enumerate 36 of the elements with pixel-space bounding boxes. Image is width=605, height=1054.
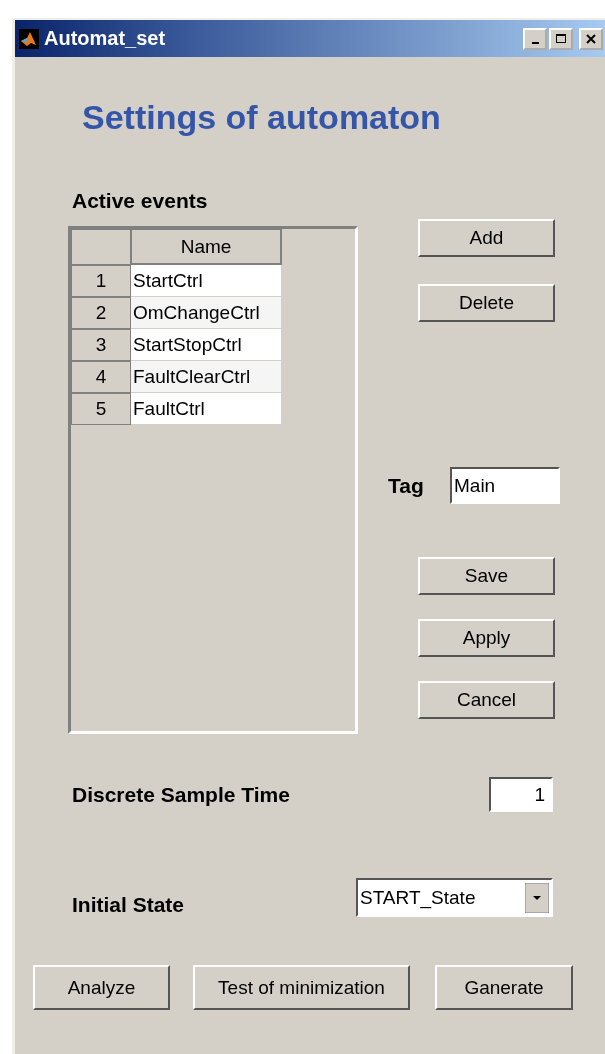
table-cell[interactable]: FaultCtrl: [131, 393, 281, 425]
app-logo-icon: [19, 28, 39, 49]
window-title: Automat_set: [44, 27, 166, 50]
dropdown-arrow-icon[interactable]: [525, 882, 549, 913]
table-cell[interactable]: OmChangeCtrl: [131, 297, 281, 329]
minimize-icon: [531, 41, 539, 44]
sample-time-label: Discrete Sample Time: [72, 782, 290, 807]
minimize-button[interactable]: [523, 27, 547, 50]
push-button[interactable]: Test of minimization: [193, 965, 410, 1010]
push-button[interactable]: Add: [418, 219, 555, 257]
table-cell[interactable]: FaultClearCtrl: [131, 361, 281, 393]
page-heading: Settings of automaton: [82, 97, 442, 137]
table-cell[interactable]: StartStopCtrl: [131, 329, 281, 361]
table-cell[interactable]: StartCtrl: [131, 265, 281, 297]
column-header[interactable]: Name: [131, 229, 282, 265]
push-button[interactable]: Save: [418, 557, 555, 595]
maximize-button[interactable]: [549, 27, 573, 50]
row-header: 4: [71, 361, 131, 393]
initial-state-label: Initial State: [72, 892, 185, 917]
row-header: 2: [71, 297, 131, 329]
sample-time-field[interactable]: 1: [489, 777, 553, 812]
push-button[interactable]: Apply: [418, 619, 555, 657]
row-header: 1: [71, 265, 131, 297]
push-button[interactable]: Analyze: [33, 965, 170, 1010]
close-icon: [585, 32, 597, 45]
row-header: 3: [71, 329, 131, 361]
initial-state-dropdown[interactable]: START_State: [356, 878, 553, 917]
section-label: Active events: [71, 189, 209, 213]
close-button[interactable]: [579, 27, 603, 50]
tag-label: Tag: [388, 473, 425, 498]
row-header: 5: [71, 393, 131, 425]
push-button[interactable]: Cancel: [418, 681, 555, 719]
tag-field[interactable]: Main: [450, 467, 560, 504]
maximize-icon: [555, 32, 567, 45]
push-button[interactable]: Delete: [418, 284, 555, 322]
push-button[interactable]: Ganerate: [435, 965, 573, 1010]
